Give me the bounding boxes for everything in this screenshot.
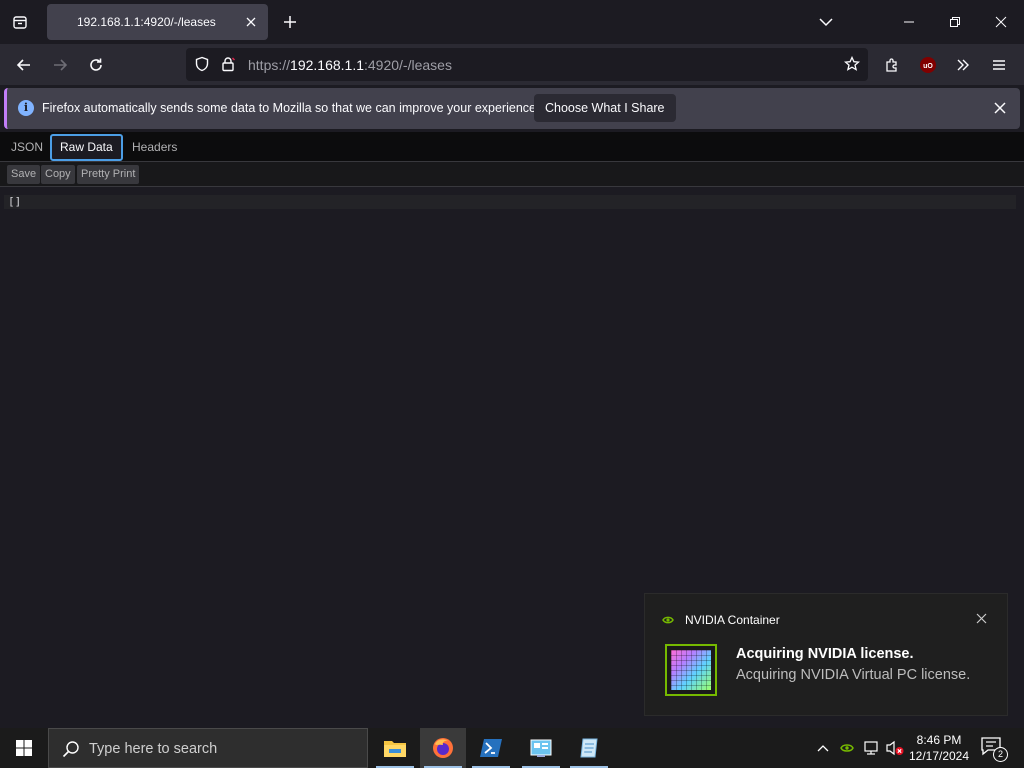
network-icon[interactable]	[861, 738, 881, 758]
choose-what-i-share-button[interactable]: Choose What I Share	[534, 94, 676, 122]
notification-message: Firefox automatically sends some data to…	[42, 101, 540, 115]
toast-title: Acquiring NVIDIA license.	[736, 646, 914, 662]
json-viewer-tabs: JSON Raw Data Headers	[0, 132, 1024, 162]
clock-date: 12/17/2024	[908, 749, 970, 763]
url-scheme: https://	[248, 57, 291, 73]
url-text[interactable]: https://192.168.1.1:4920/-/leases	[248, 57, 452, 73]
minimize-icon[interactable]	[895, 8, 923, 36]
file-explorer-icon[interactable]	[372, 728, 418, 768]
action-center-icon[interactable]: 2	[980, 736, 1008, 762]
copy-button[interactable]: Copy	[41, 165, 75, 184]
nvidia-logo-icon	[662, 616, 674, 624]
svg-text:uO: uO	[923, 63, 933, 70]
close-window-icon[interactable]	[987, 8, 1015, 36]
tab-title: 192.168.1.1:4920/-/leases	[77, 15, 216, 29]
tab-overflow-chevron-icon[interactable]	[812, 8, 840, 36]
notepad-icon[interactable]	[566, 728, 612, 768]
ublock-origin-icon[interactable]: uO	[913, 50, 943, 80]
pretty-print-button[interactable]: Pretty Print	[77, 165, 140, 184]
restore-icon[interactable]	[941, 8, 969, 36]
show-hidden-icons-chevron-icon[interactable]	[813, 738, 833, 758]
toast-app-name: NVIDIA Container	[685, 613, 780, 627]
back-icon[interactable]	[9, 50, 39, 80]
list-all-tabs-icon[interactable]	[6, 8, 34, 36]
url-bar[interactable]: https://192.168.1.1:4920/-/leases	[186, 48, 868, 81]
json-viewer-toolbar: Save Copy Pretty Print	[0, 162, 1024, 187]
taskbar-search-box[interactable]: Type here to search	[48, 728, 368, 768]
gpu-chip-icon	[665, 644, 717, 696]
bookmark-star-icon[interactable]	[842, 54, 862, 74]
tab-headers[interactable]: Headers	[124, 134, 185, 161]
search-placeholder: Type here to search	[89, 741, 218, 757]
windows-taskbar: Type here to search 8:46 PM 12/17/2024 2	[0, 728, 1024, 768]
windows-start-icon[interactable]	[0, 728, 48, 768]
info-icon: i	[18, 100, 34, 116]
tab-json[interactable]: JSON	[3, 134, 51, 161]
close-notification-icon[interactable]	[990, 98, 1010, 118]
clock-time: 8:46 PM	[916, 733, 962, 747]
tab-strip: 192.168.1.1:4920/-/leases	[0, 0, 1024, 44]
nvidia-toast-notification[interactable]: NVIDIA Container Acquiring NVIDIA licens…	[644, 593, 1008, 716]
navigation-toolbar: https://192.168.1.1:4920/-/leases uO	[0, 44, 1024, 85]
site-security-lock-icon[interactable]	[218, 54, 238, 74]
search-icon	[62, 741, 79, 758]
browser-tab-active[interactable]: 192.168.1.1:4920/-/leases	[47, 4, 268, 40]
notification-count-badge: 2	[993, 747, 1008, 762]
reload-icon[interactable]	[81, 50, 111, 80]
raw-data-text: []	[4, 195, 1016, 209]
nvidia-tray-icon[interactable]	[837, 738, 857, 758]
data-reporting-notification: i Firefox automatically sends some data …	[4, 88, 1020, 129]
tab-raw-data[interactable]: Raw Data	[50, 134, 123, 161]
more-tools-chevrons-icon[interactable]	[948, 50, 978, 80]
save-button[interactable]: Save	[7, 165, 41, 184]
powershell-icon[interactable]	[468, 728, 514, 768]
app-menu-hamburger-icon[interactable]	[984, 50, 1014, 80]
toast-close-icon[interactable]	[973, 610, 989, 626]
firefox-icon[interactable]	[420, 728, 466, 768]
forward-icon[interactable]	[45, 50, 75, 80]
system-clock[interactable]: 8:46 PM 12/17/2024	[902, 732, 976, 764]
tracking-protection-shield-icon[interactable]	[192, 54, 212, 74]
tab-close-icon[interactable]	[242, 13, 260, 31]
new-tab-icon[interactable]	[278, 10, 302, 34]
toast-body: Acquiring NVIDIA Virtual PC license.	[736, 667, 971, 683]
extensions-puzzle-icon[interactable]	[877, 50, 907, 80]
control-panel-icon[interactable]	[518, 728, 564, 768]
url-path: :4920/-/leases	[364, 57, 452, 73]
url-host: 192.168.1.1	[290, 57, 364, 73]
